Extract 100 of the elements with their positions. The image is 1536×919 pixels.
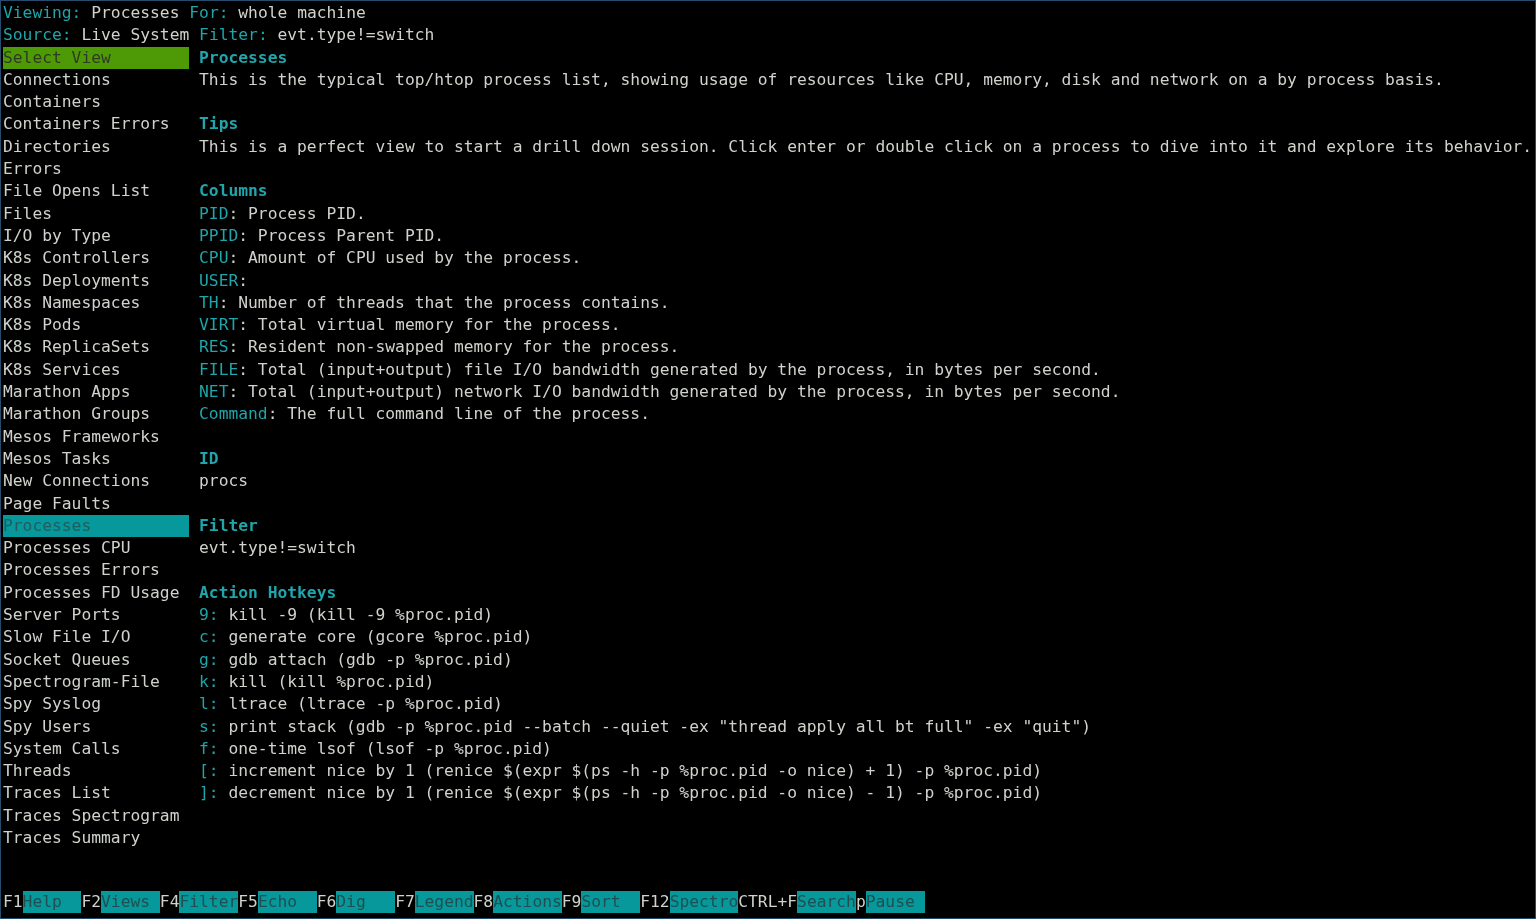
hotkey-key: F6 xyxy=(316,890,337,913)
line-key: l: xyxy=(199,693,219,716)
view-list-item[interactable]: New Connections xyxy=(3,470,190,493)
view-list-item[interactable]: K8s Pods xyxy=(3,314,190,337)
hotkey-key: F5 xyxy=(238,890,258,913)
line-key: c: xyxy=(199,626,219,649)
line-key: k: xyxy=(199,670,219,694)
hotkey-key: CTRL+F xyxy=(738,890,798,913)
line-key: f: xyxy=(199,737,219,761)
view-list-item[interactable]: Errors xyxy=(3,158,190,181)
view-list-item[interactable]: Files xyxy=(3,202,190,225)
line-key: PID xyxy=(199,202,229,225)
line-text: : Total (input+output) file I/O bandwidth generated by the process, in bytes per second. xyxy=(238,358,1101,381)
line-key: CPU xyxy=(199,247,229,270)
line-text: : Total (input+output) network I/O bandwidth generated by the process, in bytes per second. xyxy=(228,381,1121,404)
view-list-item[interactable]: Traces List xyxy=(3,782,190,805)
view-list-item[interactable]: K8s ReplicaSets xyxy=(3,336,190,359)
view-list-item[interactable]: Mesos Tasks xyxy=(3,447,190,471)
view-list-item[interactable]: System Calls xyxy=(3,737,190,761)
view-list-item[interactable]: Containers Errors xyxy=(3,113,190,136)
line-text: : Number of threads that the process contains. xyxy=(218,291,670,314)
section-heading: Tips xyxy=(199,113,240,136)
view-list-item[interactable]: Processes CPU xyxy=(3,537,190,560)
hotkey-key: F7 xyxy=(395,890,415,913)
line-text: evt.type!=switch xyxy=(199,537,356,560)
view-list-item[interactable]: Processes FD Usage xyxy=(3,581,190,604)
line-text: increment nice by 1 (renice $(expr $(ps -h -p %proc.pid -o nice) + 1) -p %proc.pid) xyxy=(227,760,1043,783)
line-text: This is a perfect view to start a drill down session. Click enter or double click on a process to dive into it and explore its behavior. xyxy=(199,135,1533,158)
line-key: FILE xyxy=(199,358,239,382)
line-text: kill (kill %proc.pid) xyxy=(227,670,435,693)
line-text: : xyxy=(238,269,249,292)
view-list-item[interactable]: Marathon Groups xyxy=(3,403,190,426)
line-text: procs xyxy=(199,470,249,493)
view-list-item[interactable]: Threads xyxy=(3,760,190,783)
view-list-item[interactable]: Processes Errors xyxy=(3,559,190,582)
line-text: : Total virtual memory for the process. xyxy=(238,314,621,337)
line-key: RES xyxy=(199,336,229,359)
line-text: : The full command line of the process. xyxy=(267,403,650,426)
view-list-item[interactable]: Connections xyxy=(3,68,190,92)
line-key: s: xyxy=(199,715,219,738)
line-key: VIRT xyxy=(199,314,239,337)
line-text: ltrace (ltrace -p %proc.pid) xyxy=(227,693,503,716)
line-text: : Resident non-swapped memory for the process. xyxy=(228,336,680,359)
view-list-item[interactable]: Server Ports xyxy=(3,604,190,627)
header-label: Filter: xyxy=(199,24,268,47)
line-key: [: xyxy=(199,760,219,783)
header-value: Processes xyxy=(91,2,180,24)
line-key: ]: xyxy=(199,782,219,805)
section-heading: Action Hotkeys xyxy=(199,581,338,604)
hotkey-key: F4 xyxy=(159,890,180,913)
view-list-item[interactable]: Directories xyxy=(3,135,190,159)
line-key: g: xyxy=(199,648,219,671)
view-list-title: Select View xyxy=(3,46,190,69)
view-list-item[interactable]: Marathon Apps xyxy=(3,381,190,404)
view-list-item[interactable]: Mesos Frameworks xyxy=(3,425,190,448)
line-key: USER xyxy=(199,269,239,292)
line-text: kill -9 (kill -9 %proc.pid) xyxy=(227,604,494,626)
hotkey-key: F9 xyxy=(561,890,582,913)
section-heading: Processes xyxy=(199,46,289,69)
view-list-item[interactable]: Spy Syslog xyxy=(3,693,190,716)
line-text: : Process Parent PID. xyxy=(238,224,445,247)
header-label: Source: xyxy=(3,24,72,47)
view-list-item[interactable]: Page Faults xyxy=(3,492,190,515)
header-value: whole machine xyxy=(238,2,366,24)
view-list-item[interactable]: K8s Services xyxy=(3,358,190,382)
view-list-item[interactable]: K8s Deployments xyxy=(3,269,190,292)
section-heading: Columns xyxy=(199,180,269,203)
view-list-item[interactable]: Slow File I/O xyxy=(3,626,190,649)
header-label: For: xyxy=(189,2,229,24)
line-key: PPID xyxy=(199,224,239,248)
line-key: NET xyxy=(199,381,229,404)
line-text: This is the typical top/htop process list, showing usage of resources like CPU, memory, disk and network on a by process basis. xyxy=(199,68,1444,91)
line-text: : Process PID. xyxy=(228,202,366,225)
header-value: evt.type!=switch xyxy=(277,24,435,47)
view-list-item[interactable]: File Opens List xyxy=(3,180,190,203)
line-key: TH xyxy=(199,291,219,315)
line-key: 9: xyxy=(199,604,219,627)
section-heading: Filter xyxy=(199,514,259,537)
view-list-item[interactable]: Spectrogram-File xyxy=(3,670,190,694)
line-text: : Amount of CPU used by the process. xyxy=(228,247,582,270)
view-list-item[interactable]: Traces Spectrogram xyxy=(3,804,190,827)
view-list-item[interactable]: Socket Queues xyxy=(3,648,190,671)
view-list-item[interactable]: Containers xyxy=(3,91,190,114)
line-text: decrement nice by 1 (renice $(expr $(ps -h -p %proc.pid -o nice) - 1) -p %proc.pid) xyxy=(227,782,1043,805)
line-text: print stack (gdb -p %proc.pid --batch --quiet -ex "thread apply all bt full" -ex "quit") xyxy=(227,715,1092,738)
hotkey-key: p xyxy=(855,890,866,913)
view-list-item[interactable]: Traces Summary xyxy=(3,827,190,850)
view-list-item[interactable]: K8s Namespaces xyxy=(3,291,190,315)
line-key: Command xyxy=(199,403,268,426)
section-heading: ID xyxy=(199,447,220,470)
line-text: generate core (gcore %proc.pid) xyxy=(227,626,533,649)
hotkey-key: F1 xyxy=(3,890,23,913)
hotkey-key: F12 xyxy=(640,890,670,913)
view-list-item[interactable]: Spy Users xyxy=(3,715,190,738)
line-text: gdb attach (gdb -p %proc.pid) xyxy=(227,648,513,671)
header-value: Live System xyxy=(81,24,190,47)
line-text: one-time lsof (lsof -p %proc.pid) xyxy=(227,737,552,760)
header-label: Viewing: xyxy=(3,2,82,24)
view-list-item[interactable]: K8s Controllers xyxy=(3,247,190,270)
view-list-item[interactable]: I/O by Type xyxy=(3,224,190,248)
